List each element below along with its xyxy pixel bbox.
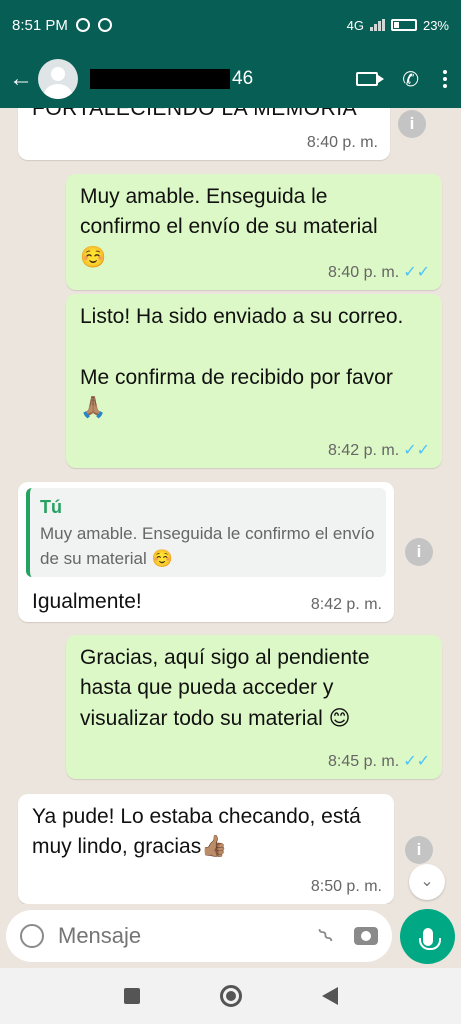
back-arrow-icon[interactable]: ← (8, 65, 34, 93)
message-time: 8:45 p. m. ✓✓ (328, 750, 430, 773)
message-outgoing[interactable]: Gracias, aquí sigo al pendiente hasta qu… (66, 635, 442, 779)
home-icon[interactable] (219, 985, 242, 1007)
battery-icon (390, 19, 417, 31)
message-incoming[interactable]: FORTALECIENDO LA MEMORIA 8:40 p. m. (18, 108, 390, 160)
contact-name-suffix: 46 (232, 68, 254, 89)
message-outgoing[interactable]: Muy amable. Enseguida le confirmo el env… (66, 174, 442, 290)
recents-icon[interactable] (123, 988, 140, 1004)
message-text: Listo! Ha sido enviado a su correo. Me c… (80, 305, 404, 420)
message-composer: ⌇ (6, 910, 392, 962)
video-call-icon[interactable] (356, 72, 385, 86)
notification-icon (75, 18, 90, 32)
message-time-text: 8:40 p. m. (328, 263, 400, 281)
alarm-icon (97, 18, 112, 32)
mic-button[interactable] (400, 909, 455, 964)
battery-level: 23% (422, 17, 449, 33)
message-time: 8:42 p. m. ✓✓ (328, 439, 430, 462)
message-incoming[interactable]: Ya pude! Lo estaba checando, está muy li… (18, 794, 394, 904)
status-time: 8:51 PM (12, 16, 68, 34)
read-ticks-icon: ✓✓ (403, 441, 430, 459)
info-icon[interactable]: i (405, 836, 433, 864)
message-time: 8:40 p. m. (306, 133, 378, 151)
quote-text: Muy amable. Enseguida le confirmo el env… (40, 524, 375, 568)
message-text: FORTALECIENDO LA MEMORIA (32, 108, 358, 120)
scroll-down-button[interactable]: ⌄ (409, 864, 445, 900)
message-outgoing[interactable]: Listo! Ha sido enviado a su correo. Me c… (66, 294, 442, 468)
attach-icon[interactable]: ⌇ (314, 923, 340, 949)
message-time: 8:40 p. m. ✓✓ (328, 261, 430, 284)
message-time: 8:50 p. m. (310, 877, 382, 895)
menu-icon[interactable] (443, 70, 447, 88)
message-input[interactable] (58, 923, 258, 949)
info-icon[interactable]: i (398, 110, 426, 138)
message-text: Ya pude! Lo estaba checando, está muy li… (32, 805, 361, 859)
quoted-message[interactable]: Tú Muy amable. Enseguida le confirmo el … (26, 488, 386, 578)
info-icon[interactable]: i (405, 538, 433, 566)
message-text: Muy amable. Enseguida le confirmo el env… (80, 185, 378, 269)
message-time: 8:42 p. m. (310, 595, 382, 613)
network-label: 4G (346, 17, 364, 33)
emoji-icon[interactable] (20, 924, 44, 948)
mic-icon (418, 927, 441, 950)
phone-icon[interactable]: ✆ (402, 67, 419, 92)
chat-header: ← 46 ✆ (0, 50, 461, 108)
contact-name[interactable]: 46 (90, 68, 253, 90)
chat-area[interactable]: FORTALECIENDO LA MEMORIA 8:40 p. m. i Mu… (0, 108, 461, 904)
read-ticks-icon: ✓✓ (403, 263, 430, 281)
message-time-text: 8:42 p. m. (328, 441, 400, 459)
message-time-text: 8:45 p. m. (328, 752, 400, 770)
nav-back-icon[interactable] (321, 987, 338, 1005)
status-bar: 8:51 PM 4G 23% (0, 0, 461, 50)
quote-author: Tú (40, 497, 62, 517)
message-incoming[interactable]: Tú Muy amable. Enseguida le confirmo el … (18, 482, 394, 622)
camera-icon[interactable] (354, 927, 378, 945)
signal-icon (369, 19, 385, 31)
read-ticks-icon: ✓✓ (403, 752, 430, 770)
system-nav-bar (0, 968, 461, 1024)
message-text: Gracias, aquí sigo al pendiente hasta qu… (80, 646, 370, 730)
avatar[interactable] (38, 59, 78, 99)
redacted-name (90, 69, 230, 89)
